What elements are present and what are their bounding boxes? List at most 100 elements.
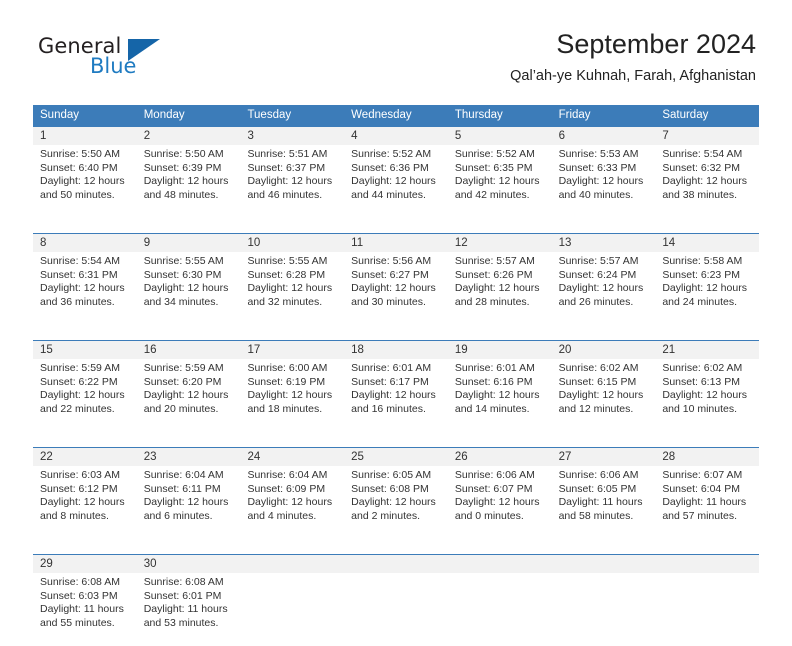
day-number: 8 <box>40 237 47 249</box>
daynum-band: 29 30 <box>33 555 759 573</box>
sunset-text: Sunset: 6:35 PM <box>454 161 533 174</box>
day-number: 11 <box>351 237 364 249</box>
sunset-text: Sunset: 6:09 PM <box>247 482 326 495</box>
sunrise-text: Sunrise: 6:04 AM <box>247 469 328 481</box>
day-cell[interactable]: Sunrise: 5:55 AM Sunset: 6:30 PM Dayligh… <box>136 252 241 325</box>
day-cell[interactable]: Sunrise: 5:57 AM Sunset: 6:24 PM Dayligh… <box>551 252 656 325</box>
daylight-text-line2: and 8 minutes. <box>40 509 109 522</box>
day-number: 16 <box>143 344 157 356</box>
daylight-text-line1: Daylight: 12 hours <box>40 389 125 402</box>
day-number <box>344 555 448 573</box>
sunset-text: Sunset: 6:05 PM <box>558 482 637 495</box>
day-number <box>448 555 552 573</box>
day-cell[interactable]: Sunrise: 5:54 AM Sunset: 6:32 PM Dayligh… <box>655 145 760 218</box>
sunset-text: Sunset: 6:24 PM <box>558 268 637 281</box>
sunrise-text: Sunrise: 6:01 AM <box>454 362 535 374</box>
day-number: 12 <box>454 237 468 249</box>
daylight-text-line2: and 34 minutes. <box>143 295 219 308</box>
day-cell[interactable]: Sunrise: 5:58 AM Sunset: 6:23 PM Dayligh… <box>655 252 760 325</box>
daylight-text-line1: Daylight: 12 hours <box>247 389 333 402</box>
daylight-text-line2: and 24 minutes. <box>662 295 738 308</box>
day-cell[interactable]: Sunrise: 6:05 AM Sunset: 6:08 PM Dayligh… <box>344 466 448 539</box>
sunset-text: Sunset: 6:17 PM <box>351 375 429 388</box>
daylight-text-line1: Daylight: 12 hours <box>454 175 540 188</box>
week-row: 8 9 10 11 12 13 14 Sunrise: 5:54 AM Suns… <box>33 233 760 325</box>
sunset-text: Sunset: 6:03 PM <box>40 589 118 602</box>
week-row: 1 2 3 4 5 6 7 Sunrise: 5:50 AM Sunset: 6… <box>33 126 760 218</box>
day-cell-empty <box>655 573 760 646</box>
brand-logo[interactable]: General Blue <box>38 34 218 86</box>
day-cell[interactable]: Sunrise: 5:59 AM Sunset: 6:22 PM Dayligh… <box>33 359 137 432</box>
daylight-text-line2: and 40 minutes. <box>558 188 634 201</box>
day-number: 24 <box>247 451 261 463</box>
sunset-text: Sunset: 6:11 PM <box>143 482 221 495</box>
sunset-text: Sunset: 6:27 PM <box>351 268 429 281</box>
day-cell[interactable]: Sunrise: 5:53 AM Sunset: 6:33 PM Dayligh… <box>551 145 656 218</box>
weekday-header-friday: Friday <box>558 109 591 121</box>
sunrise-text: Sunrise: 6:04 AM <box>143 469 224 481</box>
week-row: 22 23 24 25 26 27 28 Sunrise: 6:03 AM Su… <box>33 447 760 539</box>
day-cell[interactable]: Sunrise: 6:06 AM Sunset: 6:05 PM Dayligh… <box>551 466 656 539</box>
sunrise-text: Sunrise: 5:52 AM <box>454 148 535 160</box>
day-cell[interactable]: Sunrise: 5:50 AM Sunset: 6:40 PM Dayligh… <box>33 145 137 218</box>
sunset-text: Sunset: 6:01 PM <box>143 589 222 602</box>
day-number: 27 <box>558 451 572 463</box>
day-number: 23 <box>143 451 157 463</box>
sunrise-text: Sunrise: 5:50 AM <box>40 148 120 160</box>
daylight-text-line2: and 46 minutes. <box>247 188 323 201</box>
sunrise-text: Sunrise: 5:59 AM <box>143 362 224 374</box>
day-cell[interactable]: Sunrise: 6:01 AM Sunset: 6:17 PM Dayligh… <box>344 359 448 432</box>
day-cell[interactable]: Sunrise: 6:06 AM Sunset: 6:07 PM Dayligh… <box>447 466 552 539</box>
day-cell[interactable]: Sunrise: 6:02 AM Sunset: 6:13 PM Dayligh… <box>655 359 760 432</box>
calendar-grid: Sunday Monday Tuesday Wednesday Thursday… <box>33 105 760 646</box>
day-number: 25 <box>351 451 364 463</box>
daylight-text-line1: Daylight: 12 hours <box>662 389 747 402</box>
day-number: 5 <box>454 130 462 142</box>
day-cell[interactable]: Sunrise: 6:08 AM Sunset: 6:01 PM Dayligh… <box>136 573 241 646</box>
daylight-text-line1: Daylight: 12 hours <box>40 175 125 188</box>
daylight-text-line2: and 30 minutes. <box>351 295 426 308</box>
daylight-text-line2: and 48 minutes. <box>143 188 219 201</box>
sunrise-text: Sunrise: 6:02 AM <box>662 362 743 374</box>
day-number: 6 <box>558 130 565 142</box>
day-number: 19 <box>454 344 468 356</box>
sunrise-text: Sunrise: 5:54 AM <box>40 255 120 267</box>
sunrise-text: Sunrise: 6:07 AM <box>662 469 743 481</box>
day-cell[interactable]: Sunrise: 5:56 AM Sunset: 6:27 PM Dayligh… <box>344 252 448 325</box>
day-cell[interactable]: Sunrise: 5:50 AM Sunset: 6:39 PM Dayligh… <box>136 145 241 218</box>
daylight-text-line1: Daylight: 11 hours <box>40 603 124 616</box>
day-cell[interactable]: Sunrise: 5:52 AM Sunset: 6:35 PM Dayligh… <box>447 145 552 218</box>
daylight-text-line1: Daylight: 12 hours <box>351 389 436 402</box>
day-cell[interactable]: Sunrise: 5:51 AM Sunset: 6:37 PM Dayligh… <box>240 145 345 218</box>
sunset-text: Sunset: 6:15 PM <box>558 375 637 388</box>
day-cell[interactable]: Sunrise: 5:57 AM Sunset: 6:26 PM Dayligh… <box>447 252 552 325</box>
day-number: 21 <box>662 344 676 356</box>
day-cell[interactable]: Sunrise: 5:52 AM Sunset: 6:36 PM Dayligh… <box>344 145 448 218</box>
sunset-text: Sunset: 6:37 PM <box>247 161 326 174</box>
day-cell[interactable]: Sunrise: 6:04 AM Sunset: 6:11 PM Dayligh… <box>136 466 241 539</box>
weekday-header-sunday: Sunday <box>40 109 80 121</box>
sunset-text: Sunset: 6:20 PM <box>143 375 222 388</box>
day-number: 30 <box>143 558 157 570</box>
daylight-text-line1: Daylight: 12 hours <box>247 175 333 188</box>
daylight-text-line1: Daylight: 12 hours <box>143 175 229 188</box>
daylight-text-line2: and 0 minutes. <box>454 509 524 522</box>
day-cell[interactable]: Sunrise: 6:02 AM Sunset: 6:15 PM Dayligh… <box>551 359 656 432</box>
day-cell[interactable]: Sunrise: 6:04 AM Sunset: 6:09 PM Dayligh… <box>240 466 345 539</box>
sunrise-text: Sunrise: 6:02 AM <box>558 362 639 374</box>
day-number: 22 <box>40 451 53 463</box>
sunrise-text: Sunrise: 6:03 AM <box>40 469 120 481</box>
daylight-text-line1: Daylight: 12 hours <box>662 175 747 188</box>
day-cell[interactable]: Sunrise: 5:59 AM Sunset: 6:20 PM Dayligh… <box>136 359 241 432</box>
day-cell[interactable]: Sunrise: 6:07 AM Sunset: 6:04 PM Dayligh… <box>655 466 760 539</box>
daylight-text-line1: Daylight: 11 hours <box>662 496 747 509</box>
day-cell[interactable]: Sunrise: 5:55 AM Sunset: 6:28 PM Dayligh… <box>240 252 345 325</box>
daylight-text-line2: and 26 minutes. <box>558 295 634 308</box>
day-cell[interactable]: Sunrise: 6:01 AM Sunset: 6:16 PM Dayligh… <box>447 359 552 432</box>
daylight-text-line2: and 6 minutes. <box>143 509 213 522</box>
day-cell[interactable]: Sunrise: 6:00 AM Sunset: 6:19 PM Dayligh… <box>240 359 345 432</box>
daylight-text-line2: and 4 minutes. <box>247 509 317 522</box>
day-cell[interactable]: Sunrise: 6:03 AM Sunset: 6:12 PM Dayligh… <box>33 466 137 539</box>
day-cell[interactable]: Sunrise: 6:08 AM Sunset: 6:03 PM Dayligh… <box>33 573 137 646</box>
day-cell[interactable]: Sunrise: 5:54 AM Sunset: 6:31 PM Dayligh… <box>33 252 137 325</box>
